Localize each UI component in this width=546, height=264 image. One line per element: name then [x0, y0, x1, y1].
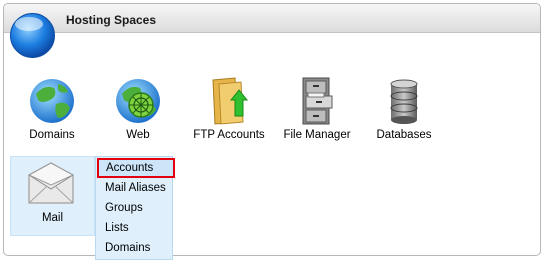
menu-item-groups[interactable]: Groups [96, 198, 172, 218]
file-manager-label: File Manager [283, 129, 351, 141]
menu-item-mail-aliases[interactable]: Mail Aliases [96, 178, 172, 198]
web-globe-icon [116, 79, 160, 123]
menu-item-accounts[interactable]: Accounts [97, 158, 175, 178]
globe-icon [30, 79, 74, 123]
mail-tile[interactable]: Mail [10, 156, 95, 236]
web-label: Web [126, 129, 150, 141]
ftp-accounts-tile[interactable]: FTP Accounts [188, 76, 270, 148]
blue-orb-icon [10, 13, 55, 58]
mail-label: Mail [41, 212, 64, 224]
databases-tile[interactable]: Databases [363, 76, 445, 148]
envelope-icon [27, 162, 75, 204]
databases-label: Databases [376, 129, 432, 141]
domains-tile[interactable]: Domains [11, 76, 93, 148]
file-manager-tile[interactable]: File Manager [276, 76, 358, 148]
menu-item-domains[interactable]: Domains [96, 238, 172, 258]
panel-header: Hosting Spaces [4, 4, 540, 33]
menu-item-lists[interactable]: Lists [96, 218, 172, 238]
folder-upload-icon [212, 77, 249, 125]
ftp-accounts-label: FTP Accounts [193, 129, 265, 141]
domains-label: Domains [29, 129, 75, 141]
panel-title: Hosting Spaces [66, 13, 157, 27]
mail-submenu: Accounts Mail Aliases Groups Lists Domai… [95, 156, 175, 260]
database-icon [390, 79, 418, 124]
file-cabinet-icon [302, 77, 333, 125]
web-tile[interactable]: Web [97, 76, 179, 148]
